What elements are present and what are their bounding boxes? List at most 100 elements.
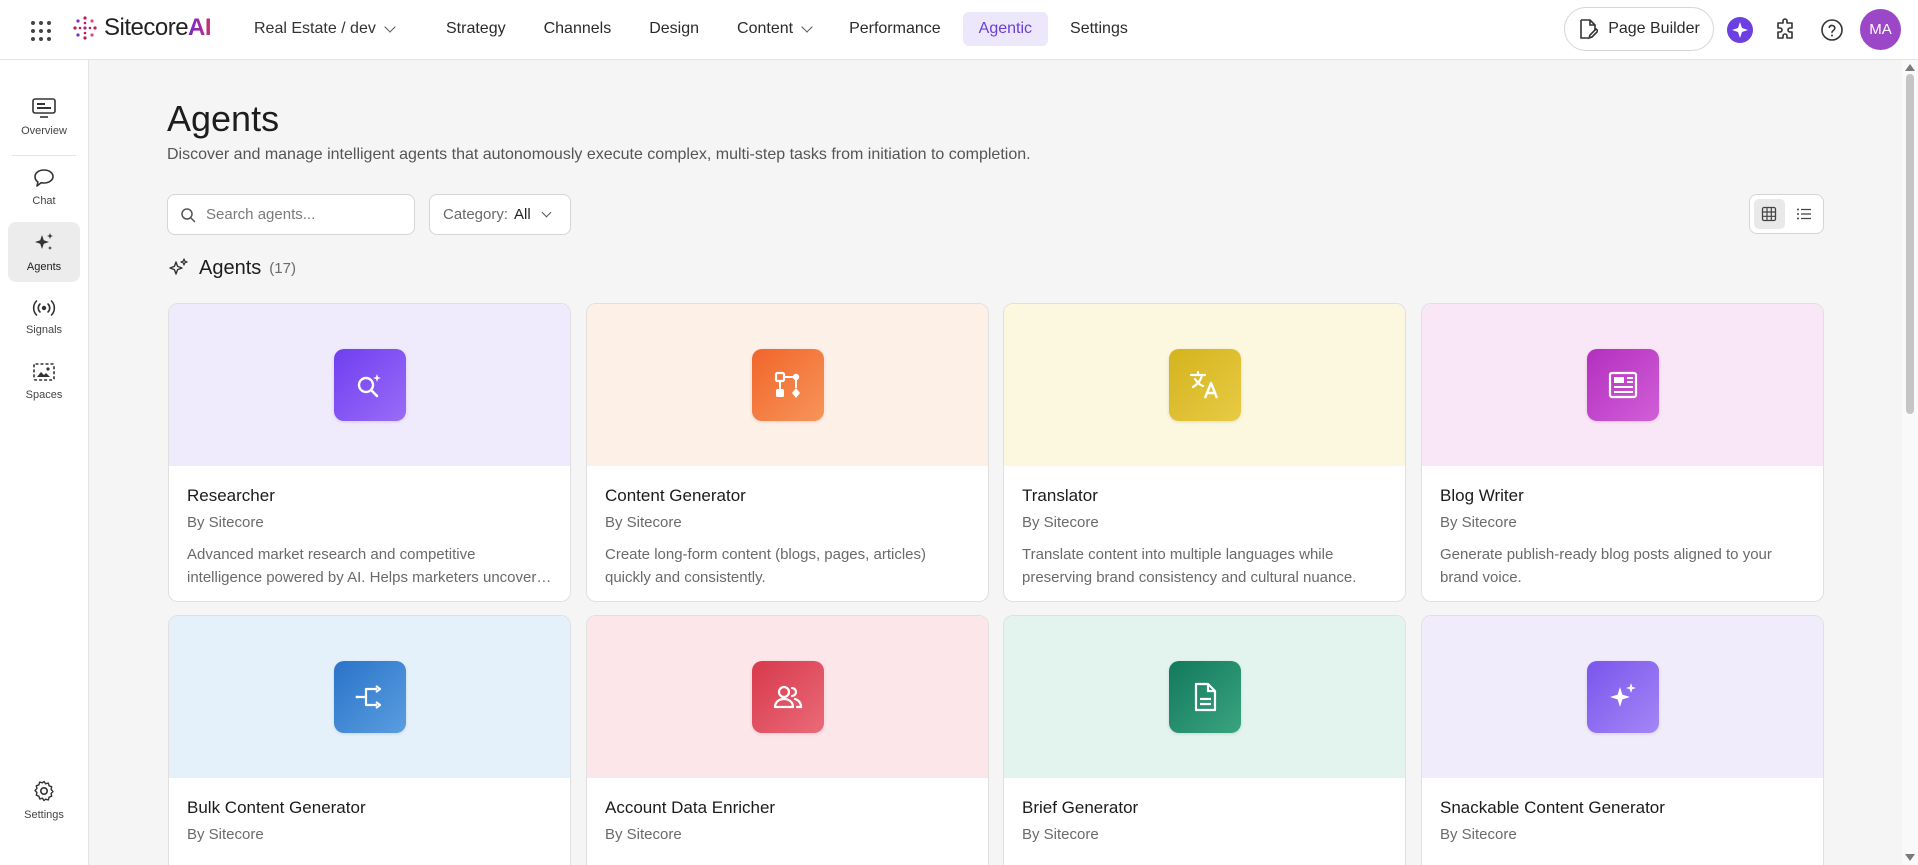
chevron-down-icon <box>801 21 813 33</box>
chevron-down-icon <box>541 207 552 218</box>
card-icon-tile <box>1168 661 1241 733</box>
workflow-icon <box>774 371 800 398</box>
grid-view-button[interactable] <box>1754 199 1785 229</box>
sidebar-item-label: Signals <box>25 324 63 336</box>
section-title: Agents <box>199 256 262 279</box>
page-builder-label: Page Builder <box>1608 20 1700 37</box>
search-input[interactable] <box>206 206 396 223</box>
card-author: By Sitecore <box>605 826 682 843</box>
nav-content[interactable]: Content <box>721 12 827 46</box>
environment-selector[interactable]: Real Estate / dev <box>254 20 396 38</box>
branch-icon <box>355 685 381 709</box>
scroll-down-arrow-icon[interactable] <box>1905 854 1915 861</box>
category-value: All <box>514 206 531 223</box>
sidebar-item-settings[interactable]: Settings <box>8 770 80 830</box>
page-builder-button[interactable]: Page Builder <box>1564 7 1714 51</box>
card-title: Bulk Content Generator <box>187 798 366 817</box>
card-banner <box>1422 616 1823 778</box>
card-banner <box>587 616 988 778</box>
card-description: Generate publish-ready blog posts aligne… <box>1440 546 1772 586</box>
agents-section-header: Agents (17) <box>167 256 296 280</box>
agent-card-bulk-content-generator[interactable]: Bulk Content Generator By Sitecore <box>168 615 571 865</box>
card-title: Blog Writer <box>1440 486 1524 505</box>
card-title: Snackable Content Generator <box>1440 798 1665 817</box>
card-author: By Sitecore <box>1440 514 1517 531</box>
nav-label: Strategy <box>446 20 506 37</box>
nav-agentic[interactable]: Agentic <box>962 12 1049 46</box>
card-author: By Sitecore <box>605 514 682 531</box>
nav-label: Content <box>737 20 794 37</box>
card-banner <box>1422 304 1823 466</box>
card-icon-tile <box>1168 349 1241 421</box>
sidebar-item-label: Overview <box>21 125 67 137</box>
nav-performance[interactable]: Performance <box>833 12 957 46</box>
scroll-up-arrow-icon[interactable] <box>1905 64 1915 71</box>
sparkle-outline-icon <box>169 258 188 275</box>
sparkle-icon <box>35 233 53 250</box>
sidebar-item-signals[interactable]: Signals <box>8 287 80 347</box>
sidebar-item-label: Settings <box>24 809 64 821</box>
nav-strategy[interactable]: Strategy <box>430 12 522 46</box>
sidebar-item-label: Chat <box>32 195 56 207</box>
card-title: Content Generator <box>605 486 746 505</box>
agent-card-content-generator[interactable]: Content Generator By Sitecore Create lon… <box>586 303 989 602</box>
grid-icon <box>1762 206 1777 222</box>
nav-label: Agentic <box>978 20 1033 37</box>
card-banner <box>169 304 570 466</box>
chat-icon <box>34 169 54 187</box>
sidebar-item-spaces[interactable]: Spaces <box>8 351 80 411</box>
sidebar-divider <box>12 155 76 156</box>
card-icon-tile <box>751 661 824 733</box>
sparkles-icon <box>1609 683 1636 707</box>
nav-channels[interactable]: Channels <box>528 12 628 46</box>
help-icon[interactable] <box>1818 16 1846 44</box>
sitecore-logo[interactable]: SitecoreAI <box>72 14 212 42</box>
search-icon <box>181 207 196 222</box>
main-nav: Strategy Channels Design Content Perform… <box>430 12 1144 46</box>
article-icon <box>1608 371 1637 399</box>
scrollbar-thumb[interactable] <box>1906 74 1914 414</box>
agent-card-snackable-content-generator[interactable]: Snackable Content Generator By Sitecore <box>1421 615 1824 865</box>
nav-settings[interactable]: Settings <box>1054 12 1144 46</box>
card-description: Translate content into multiple language… <box>1022 546 1357 586</box>
sidebar-item-agents[interactable]: Agents <box>8 222 80 282</box>
nav-label: Settings <box>1070 20 1128 37</box>
card-title: Account Data Enricher <box>605 798 776 817</box>
category-filter[interactable]: Category: All <box>429 194 571 235</box>
list-view-button[interactable] <box>1789 199 1820 229</box>
card-banner <box>1004 304 1405 466</box>
view-toggle <box>1749 194 1824 234</box>
agent-card-translator[interactable]: Translator By Sitecore Translate content… <box>1003 303 1406 602</box>
sidebar-item-overview[interactable]: Overview <box>8 87 80 147</box>
nav-design[interactable]: Design <box>633 12 715 46</box>
card-description: Create long-form content (blogs, pages, … <box>605 546 926 586</box>
broadcast-icon <box>32 300 56 316</box>
gear-icon <box>34 780 54 802</box>
avatar-initials: MA <box>1869 21 1892 38</box>
vertical-scrollbar[interactable] <box>1902 60 1918 865</box>
card-icon-tile <box>1586 349 1659 421</box>
agent-card-account-data-enricher[interactable]: Account Data Enricher By Sitecore <box>586 615 989 865</box>
top-bar: SitecoreAI Real Estate / dev Strategy Ch… <box>0 0 1918 60</box>
search-box[interactable] <box>167 194 415 235</box>
agent-card-brief-generator[interactable]: Brief Generator By Sitecore <box>1003 615 1406 865</box>
sidebar-item-chat[interactable]: Chat <box>8 157 80 217</box>
card-banner <box>587 304 988 466</box>
card-author: By Sitecore <box>1022 514 1099 531</box>
card-author: By Sitecore <box>187 514 264 531</box>
puzzle-icon[interactable] <box>1772 16 1800 44</box>
agent-card-researcher[interactable]: Researcher By Sitecore Advanced market r… <box>168 303 571 602</box>
user-avatar[interactable]: MA <box>1860 9 1901 50</box>
card-banner <box>1004 616 1405 778</box>
card-banner <box>169 616 570 778</box>
agent-card-blog-writer[interactable]: Blog Writer By Sitecore Generate publish… <box>1421 303 1824 602</box>
environment-label: Real Estate / dev <box>254 20 376 37</box>
page-description: Discover and manage intelligent agents t… <box>167 146 1031 163</box>
nav-label: Design <box>649 20 700 37</box>
card-icon-tile <box>333 661 406 733</box>
ai-assistant-icon[interactable] <box>1726 16 1754 44</box>
card-author: By Sitecore <box>1440 826 1517 843</box>
card-author: By Sitecore <box>1022 826 1099 843</box>
app-launcher-icon[interactable] <box>28 18 52 42</box>
card-icon-tile <box>1586 661 1659 733</box>
